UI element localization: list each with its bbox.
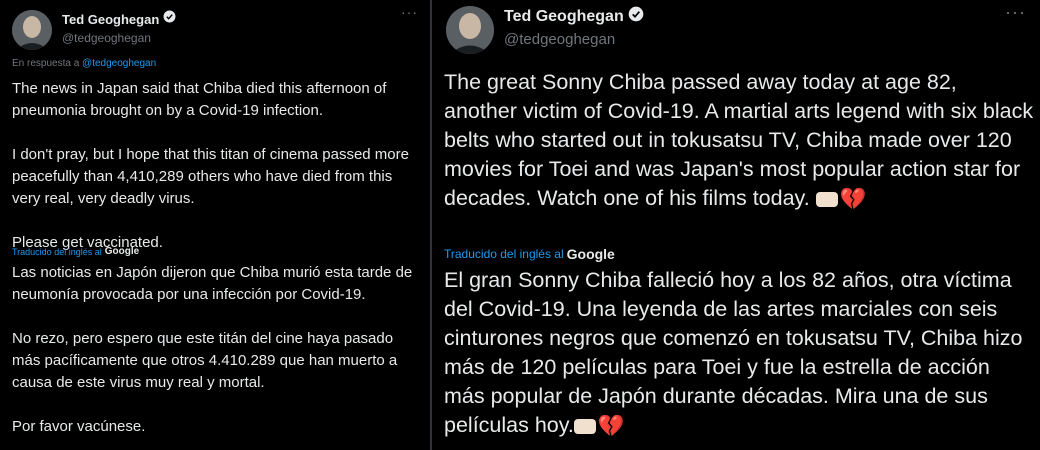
fist-emoji-icon [815, 191, 838, 207]
author-name[interactable]: Ted Geoghegan [504, 8, 624, 26]
translation-label: Traducido del inglés al Google [444, 246, 615, 262]
author-handle[interactable]: @tedgeoghegan [504, 31, 644, 48]
reply-handle-link[interactable]: @tedgeoghegan [82, 58, 156, 69]
tweet-left: Ted Geoghegan @tedgeoghegan ··· En respu… [0, 0, 430, 450]
translated-text: Las noticias en Japón dijeron que Chiba … [12, 264, 413, 435]
tweet-text-content: The great Sonny Chiba passed away today … [444, 70, 1034, 210]
author-name[interactable]: Ted Geoghegan [62, 12, 159, 27]
tweet-header: Ted Geoghegan @tedgeoghegan [12, 10, 176, 50]
broken-heart-emoji-icon: 💔 [597, 413, 625, 438]
tweet-text: The news in Japan said that Chiba died t… [12, 80, 409, 251]
avatar[interactable] [12, 10, 52, 50]
avatar-portrait [446, 6, 494, 54]
avatar[interactable] [446, 6, 494, 54]
reply-context: En respuesta a @tedgeoghegan [12, 58, 156, 69]
more-options-icon[interactable]: ··· [401, 4, 418, 20]
google-logo: Google [104, 246, 140, 257]
fist-emoji-icon [573, 418, 596, 434]
translated-from-link[interactable]: Traducido del inglés al [12, 247, 102, 257]
translation-label: Traducido del inglés al Google [12, 246, 139, 257]
broken-heart-emoji-icon: 💔 [839, 186, 867, 211]
tweet-emojis: 💔 [573, 412, 625, 441]
tweet-header: Ted Geoghegan @tedgeoghegan [446, 6, 644, 54]
tweet-right: Ted Geoghegan @tedgeoghegan ··· The grea… [432, 0, 1040, 450]
translated-from-link[interactable]: Traducido del inglés al [444, 247, 564, 261]
author-handle[interactable]: @tedgeoghegan [62, 31, 176, 45]
verified-badge-icon [163, 10, 176, 28]
translated-text-content: El gran Sonny Chiba falleció hoy a los 8… [444, 268, 1023, 437]
more-options-icon[interactable]: ··· [1005, 2, 1026, 23]
verified-badge-icon [628, 6, 644, 27]
avatar-portrait [12, 10, 52, 50]
translated-text: El gran Sonny Chiba falleció hoy a los 8… [444, 266, 1034, 441]
tweet-text: The great Sonny Chiba passed away today … [444, 68, 1034, 214]
reply-prefix: En respuesta a [12, 58, 83, 69]
google-logo: Google [566, 246, 615, 262]
tweet-emojis: 💔 [815, 185, 867, 214]
